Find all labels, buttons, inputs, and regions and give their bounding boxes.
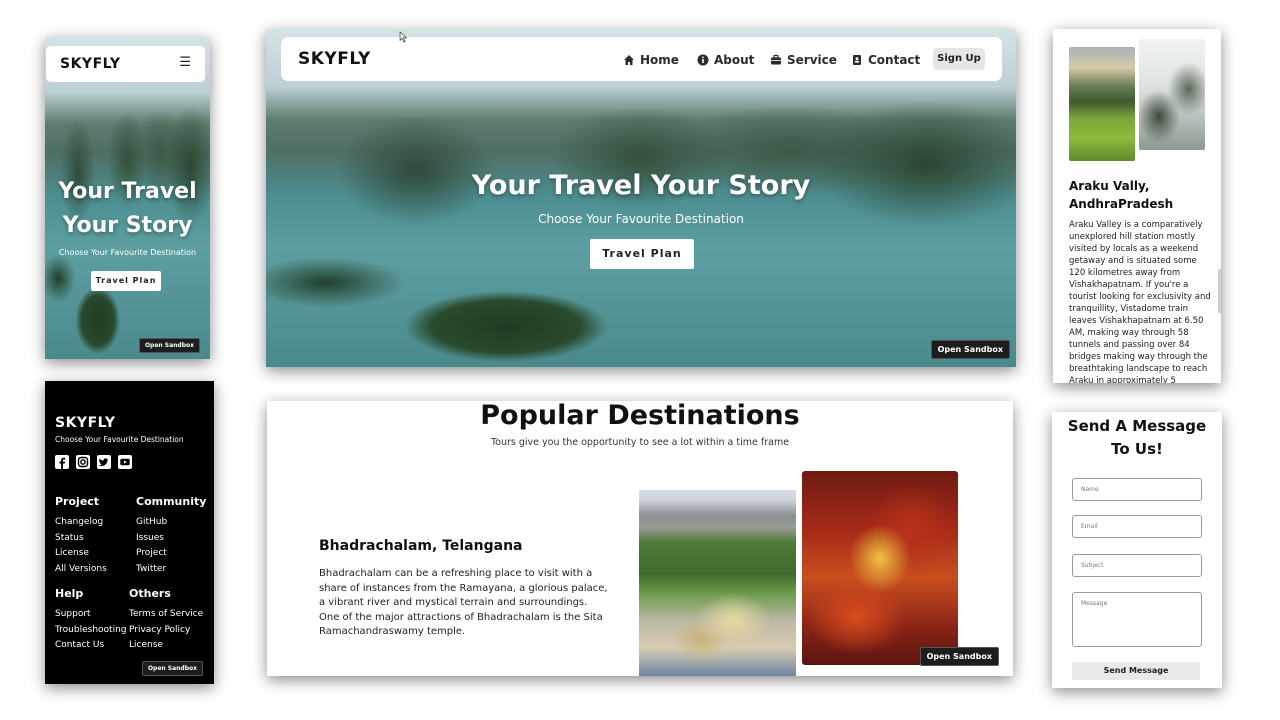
desktop-open-sandbox-button[interactable]: Open Sandbox [930,340,1010,359]
nav-about-label: About [714,53,755,67]
ramayana-deity-image [802,471,958,665]
destinations-panel: Popular Destinations Tours give you the … [267,401,1013,676]
contact-form-title-line2: To Us! [1111,440,1163,458]
place-description: Bhadrachalam can be a refreshing place t… [319,568,608,637]
destinations-subtitle: Tours give you the opportunity to see a … [490,437,790,448]
desktop-brand-logo[interactable]: SKYFLY [298,49,371,69]
footer-link-status[interactable]: Status [55,533,84,543]
message-field[interactable]: Message [1072,592,1202,647]
footer-help-heading: Help [55,587,84,600]
desktop-hero-panel: SKYFLY Home About Service Contact Sign U… [266,29,1016,367]
footer-project-heading: Project [55,495,100,508]
footer-link-terms[interactable]: Terms of Service [129,609,203,619]
araku-panel: Araku Vally, AndhraPradesh Araku Valley … [1053,29,1221,383]
email-field[interactable]: Email [1072,515,1202,538]
nav-service-label: Service [787,53,837,67]
araku-description: Araku Valley is a comparatively unexplor… [1069,220,1211,383]
info-icon [697,54,709,66]
mobile-hero-subtitle: Choose Your Favourite Destination [58,248,197,257]
mobile-hero-panel: SKYFLY ☰ Your Travel Your Story Choose Y… [45,37,210,359]
name-placeholder: Name [1081,486,1099,493]
footer-link-license[interactable]: License [55,548,89,558]
mobile-travel-plan-button[interactable]: Travel Plan [91,271,161,291]
nav-about[interactable]: About [697,53,754,67]
mobile-hero-title-line2: Your Story [62,213,193,238]
briefcase-icon [771,54,781,65]
footer-others-heading: Others [129,587,171,600]
place-title: Bhadrachalam, Telangana [319,538,523,554]
nav-service[interactable]: Service [770,53,837,67]
twitter-icon[interactable] [97,455,111,469]
email-placeholder: Email [1081,523,1098,530]
footer-link-contact-us[interactable]: Contact Us [55,640,104,650]
bhadrachalam-temple-image [639,490,796,676]
destinations-open-sandbox-button[interactable]: Open Sandbox [919,647,999,666]
footer-link-issues[interactable]: Issues [136,533,164,543]
nav-contact-label: Contact [868,53,921,67]
footer-link-twitter[interactable]: Twitter [136,564,166,574]
nav-home[interactable]: Home [623,53,679,67]
footer-brand-logo[interactable]: SKYFLY [55,415,116,431]
footer-link-all-versions[interactable]: All Versions [55,564,107,574]
footer-panel: SKYFLY Choose Your Favourite Destination… [45,381,214,684]
footer-link-project[interactable]: Project [136,548,167,558]
araku-valley-image [1069,47,1135,161]
nav-home-label: Home [640,53,679,67]
contact-form-panel: Send A Message To Us! Name Email Subject… [1052,412,1222,688]
send-message-button[interactable]: Send Message [1072,662,1200,680]
araku-mist-image [1139,39,1205,150]
youtube-icon[interactable] [118,455,132,469]
footer-link-license-2[interactable]: License [129,640,163,650]
footer-link-changelog[interactable]: Changelog [55,517,103,527]
message-placeholder: Message [1081,600,1108,607]
araku-scrollbar[interactable] [1218,269,1221,313]
contact-card-icon [853,55,861,65]
mobile-navbar: SKYFLY ☰ [46,46,205,82]
footer-community-heading: Community [136,495,207,508]
instagram-icon[interactable] [76,455,90,469]
mobile-hero-title-line1: Your Travel [58,179,197,204]
mouse-cursor-icon [399,31,408,43]
mobile-brand-logo[interactable]: SKYFLY [60,56,121,72]
araku-title: Araku Vally, AndhraPradesh [1069,179,1174,211]
footer-link-privacy[interactable]: Privacy Policy [129,625,190,635]
home-icon [624,55,634,65]
facebook-icon[interactable] [55,455,69,469]
footer-tagline: Choose Your Favourite Destination [55,435,184,444]
desktop-hero-title: Your Travel Your Story [471,170,811,201]
desktop-navbar: SKYFLY Home About Service Contact Sign U… [281,37,1002,81]
destinations-title: Popular Destinations [480,401,800,431]
subject-placeholder: Subject [1081,562,1104,569]
contact-form-title-line1: Send A Message [1067,417,1207,435]
hamburger-menu-icon[interactable]: ☰ [179,55,191,70]
social-icons [55,455,132,469]
name-field[interactable]: Name [1072,478,1202,501]
desktop-hero-subtitle: Choose Your Favourite Destination [538,212,744,226]
footer-link-support[interactable]: Support [55,609,91,619]
nav-contact[interactable]: Contact [851,53,920,67]
footer-link-troubleshooting[interactable]: Troubleshooting [55,625,127,635]
mobile-open-sandbox-button[interactable]: Open Sandbox [138,338,200,353]
desktop-travel-plan-button[interactable]: Travel Plan [590,239,694,269]
sign-up-button[interactable]: Sign Up [933,48,985,70]
footer-open-sandbox-button[interactable]: Open Sandbox [141,661,203,676]
subject-field[interactable]: Subject [1072,554,1202,577]
footer-link-github[interactable]: GitHub [136,517,167,527]
